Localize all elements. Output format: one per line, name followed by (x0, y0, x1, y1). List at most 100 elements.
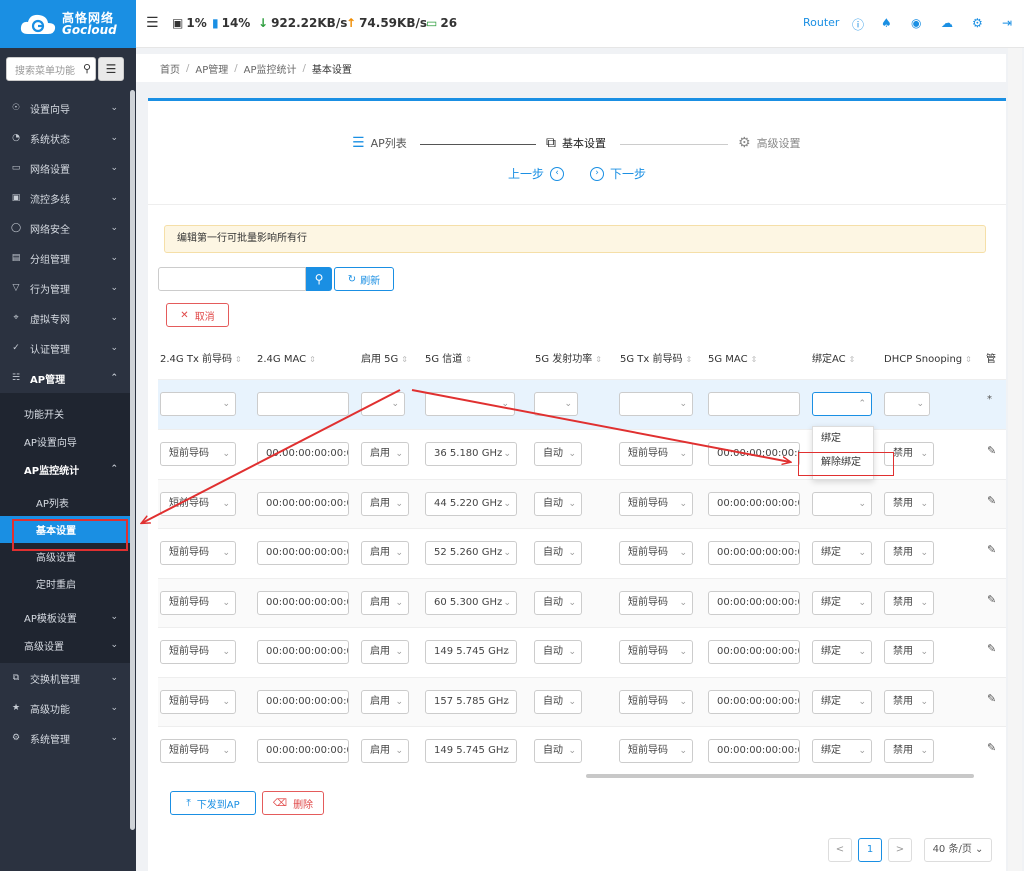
globe-icon[interactable]: ◉ (911, 16, 921, 30)
edit-icon[interactable]: ✎ (987, 642, 996, 655)
edit-icon[interactable]: ✎ (987, 593, 996, 606)
sidebar-item-vpn[interactable]: ⌖ 虚拟专网 ⌄ (0, 303, 130, 333)
search-icon[interactable]: ⚲ (83, 62, 91, 75)
gear-icon[interactable]: ⚙ (972, 16, 983, 30)
column-header[interactable]: 2.4G MAC ⇕ (257, 341, 316, 379)
ch5g-select[interactable]: 36 5.180 GHz ⌄ (425, 442, 517, 466)
horizontal-scrollbar[interactable] (586, 774, 974, 778)
sidebar-item-function-switch[interactable]: 功能开关 (0, 399, 130, 427)
sort-icon[interactable]: ⇕ (686, 355, 693, 364)
pw5g-select[interactable]: ⌄ (534, 392, 578, 416)
mac24-input[interactable]: 00:00:00:00:00:0 (257, 739, 349, 763)
tx5g-select[interactable]: 短前导码 ⌄ (619, 640, 693, 664)
mac24-input[interactable]: 00:00:00:00:00:0 (257, 442, 349, 466)
cancel-button[interactable]: ✕ 取消 (166, 303, 229, 327)
logo[interactable]: 高恪网络 Gocloud (0, 0, 136, 48)
sort-icon[interactable]: ⇕ (309, 355, 316, 364)
mac24-input[interactable]: 00:00:00:00:00:0 (257, 640, 349, 664)
sidebar-item-setup-wizard[interactable]: ☉ 设置向导 ⌄ (0, 93, 130, 123)
dropdown-option-bind[interactable]: 绑定 (813, 427, 873, 451)
en5g-select[interactable]: ⌄ (361, 392, 405, 416)
info-icon[interactable]: ⓘ (852, 16, 864, 33)
cloud-upload-icon[interactable]: ☁ (941, 16, 953, 30)
pw5g-select[interactable]: 自动 ⌄ (534, 640, 582, 664)
prev-step-button[interactable]: 上一步 ‹ (508, 165, 565, 182)
sidebar-item-behavior-management[interactable]: ▽ 行为管理 ⌄ (0, 273, 130, 303)
mac5g-input[interactable]: 00:00:00:00:00:0 (708, 739, 800, 763)
shirt-icon[interactable]: ♠ (881, 16, 892, 30)
ch5g-select[interactable]: 52 5.260 GHz ⌄ (425, 541, 517, 565)
next-step-button[interactable]: › 下一步 (590, 165, 646, 182)
edit-icon[interactable]: ✎ (987, 692, 996, 705)
ch5g-select[interactable]: 157 5.785 GHz ⌄ (425, 689, 517, 714)
dhcp-select[interactable]: ⌄ (884, 392, 930, 416)
pw5g-select[interactable]: 自动 ⌄ (534, 442, 582, 466)
bind-ac-select[interactable]: 绑定 ⌄ (812, 590, 872, 615)
edit-icon[interactable]: ✎ (987, 444, 996, 457)
sidebar-item-ap-list[interactable]: AP列表 (0, 489, 130, 516)
en5g-select[interactable]: 启用 ⌄ (361, 491, 409, 516)
sort-icon[interactable]: ⇕ (595, 355, 602, 364)
dhcp-select[interactable]: 禁用 ⌄ (884, 739, 934, 763)
pw5g-select[interactable]: 自动 ⌄ (534, 541, 582, 565)
mac24-input[interactable] (257, 392, 349, 416)
column-header[interactable]: 启用 5G ⇕ (361, 341, 408, 379)
issue-to-ap-button[interactable]: ⤒ 下发到AP (170, 791, 256, 815)
breadcrumb-home[interactable]: 首页 (160, 61, 180, 76)
dhcp-select[interactable]: 禁用 ⌄ (884, 590, 934, 615)
tx24-select[interactable]: 短前导码 ⌄ (160, 541, 236, 565)
pw5g-select[interactable]: 自动 ⌄ (534, 590, 582, 615)
sidebar-scrollbar[interactable] (130, 90, 135, 830)
step-basic-settings[interactable]: ⧉ 基本设置 (546, 135, 606, 151)
collapse-menu-icon[interactable]: ☰ (146, 15, 159, 31)
table-search-input[interactable] (158, 267, 306, 291)
mac24-input[interactable]: 00:00:00:00:00:0 (257, 491, 349, 516)
bind-ac-select[interactable]: 绑定 ⌄ (812, 541, 872, 565)
tx24-select[interactable]: 短前导码 ⌄ (160, 640, 236, 664)
tx5g-select[interactable]: 短前导码 ⌄ (619, 739, 693, 763)
dhcp-select[interactable]: 禁用 ⌄ (884, 491, 934, 516)
tx5g-select[interactable]: 短前导码 ⌄ (619, 442, 693, 466)
sidebar-item-system-status[interactable]: ◔ 系统状态 ⌄ (0, 123, 130, 153)
column-header[interactable]: 5G MAC ⇕ (708, 341, 757, 379)
en5g-select[interactable]: 启用 ⌄ (361, 689, 409, 714)
menu-search-input[interactable]: 搜索菜单功能 ⚲ (6, 57, 96, 81)
bind-ac-select[interactable]: 绑定 ⌄ (812, 689, 872, 714)
dhcp-select[interactable]: 禁用 ⌄ (884, 541, 934, 565)
page-size-select[interactable]: 40 条/页 ⌄ (924, 838, 992, 862)
en5g-select[interactable]: 启用 ⌄ (361, 640, 409, 664)
sort-icon[interactable]: ⇕ (235, 355, 242, 364)
sort-icon[interactable]: ⇕ (965, 355, 972, 364)
sidebar-item-flow-control[interactable]: ▣ 流控多线 ⌄ (0, 183, 130, 213)
mac5g-input[interactable]: 00:00:00:00:00:0 (708, 640, 800, 664)
pw5g-select[interactable]: 自动 ⌄ (534, 491, 582, 516)
tx24-select[interactable]: 短前导码 ⌄ (160, 442, 236, 466)
pw5g-select[interactable]: 自动 ⌄ (534, 689, 582, 714)
edit-icon[interactable]: ✎ (987, 494, 996, 507)
sidebar-item-ap-template[interactable]: AP模板设置 ⌄ (0, 603, 130, 631)
sidebar-item-network-settings[interactable]: ▭ 网络设置 ⌄ (0, 153, 130, 183)
sidebar-item-system-management[interactable]: ⚙ 系统管理 ⌄ (0, 723, 130, 753)
tx24-select[interactable]: 短前导码 ⌄ (160, 491, 236, 516)
ch5g-select[interactable]: 149 5.745 GHz ⌄ (425, 640, 517, 664)
sidebar-item-ap-management[interactable]: ☵ AP管理 ⌃ (0, 363, 130, 393)
mac5g-input[interactable]: 00:00:00:00:00:0 (708, 442, 800, 466)
en5g-select[interactable]: 启用 ⌄ (361, 541, 409, 565)
column-header[interactable]: DHCP Snooping ⇕ (884, 341, 972, 379)
sidebar-item-auth-management[interactable]: ✓ 认证管理 ⌄ (0, 333, 130, 363)
sidebar-item-ap-advanced[interactable]: 高级设置 ⌄ (0, 631, 130, 659)
search-button[interactable]: ⚲ (306, 267, 332, 291)
sidebar-item-advanced-features[interactable]: ★ 高级功能 ⌄ (0, 693, 130, 723)
logout-icon[interactable]: ⇥ (1002, 16, 1012, 30)
en5g-select[interactable]: 启用 ⌄ (361, 739, 409, 763)
tx5g-select[interactable]: 短前导码 ⌄ (619, 689, 693, 714)
ch5g-select[interactable]: 149 5.745 GHz ⌄ (425, 739, 517, 763)
bind-ac-select[interactable]: ⌃ (812, 392, 872, 416)
menu-toggle-button[interactable]: ☰ (98, 57, 124, 81)
sort-icon[interactable]: ⇕ (465, 355, 472, 364)
ch5g-select[interactable]: ⌄ (425, 392, 515, 416)
pagination-next[interactable]: > (888, 838, 912, 862)
edit-icon[interactable]: ✎ (987, 741, 996, 754)
column-header[interactable]: 2.4G Tx 前导码 ⇕ (160, 341, 242, 379)
mac24-input[interactable]: 00:00:00:00:00:0 (257, 590, 349, 615)
